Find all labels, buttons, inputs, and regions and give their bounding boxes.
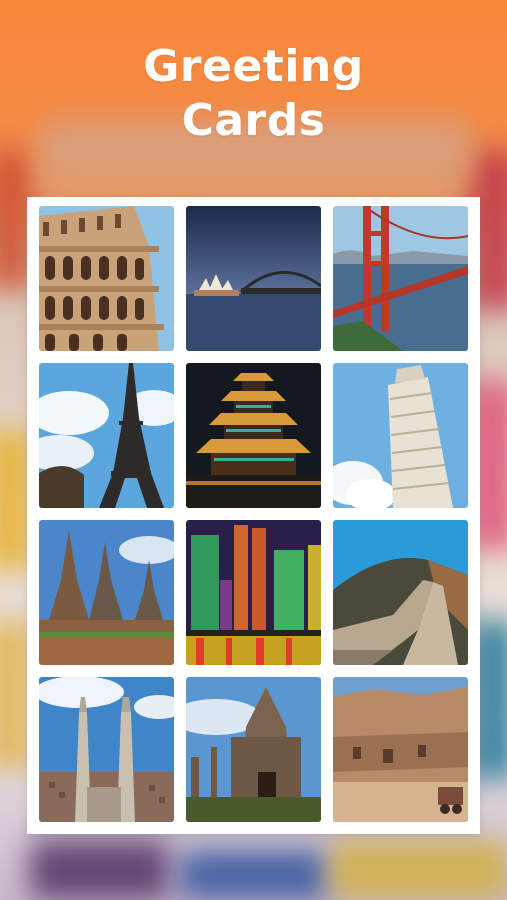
card-grid-panel (27, 197, 480, 834)
cathedral-image (39, 677, 174, 822)
card-grid (39, 206, 468, 822)
card-colosseum[interactable] (39, 206, 174, 351)
title-line-1: Greeting (143, 41, 364, 92)
eiffel-image (39, 363, 174, 508)
pisa-image (333, 363, 468, 508)
skyline-image (186, 520, 321, 665)
card-pagoda-night[interactable] (186, 363, 321, 508)
card-eiffel-tower[interactable] (39, 363, 174, 508)
card-petra-cliffs[interactable] (333, 677, 468, 822)
card-city-skyline-night[interactable] (186, 520, 321, 665)
angkor-image (186, 677, 321, 822)
golden-gate-image (333, 206, 468, 351)
pagoda-image (186, 363, 321, 508)
colosseum-image (39, 206, 174, 351)
temple-image (39, 520, 174, 665)
card-thai-temple[interactable] (39, 520, 174, 665)
page-title: Greeting Cards (0, 40, 507, 148)
great-wall-image (333, 520, 468, 665)
card-angkor-ruins[interactable] (186, 677, 321, 822)
sydney-image (186, 206, 321, 351)
petra-image (333, 677, 468, 822)
card-golden-gate-bridge[interactable] (333, 206, 468, 351)
card-cathedral-towers[interactable] (39, 677, 174, 822)
card-sydney-opera-house[interactable] (186, 206, 321, 351)
title-line-2: Cards (181, 95, 326, 146)
card-great-wall[interactable] (333, 520, 468, 665)
card-leaning-tower-pisa[interactable] (333, 363, 468, 508)
